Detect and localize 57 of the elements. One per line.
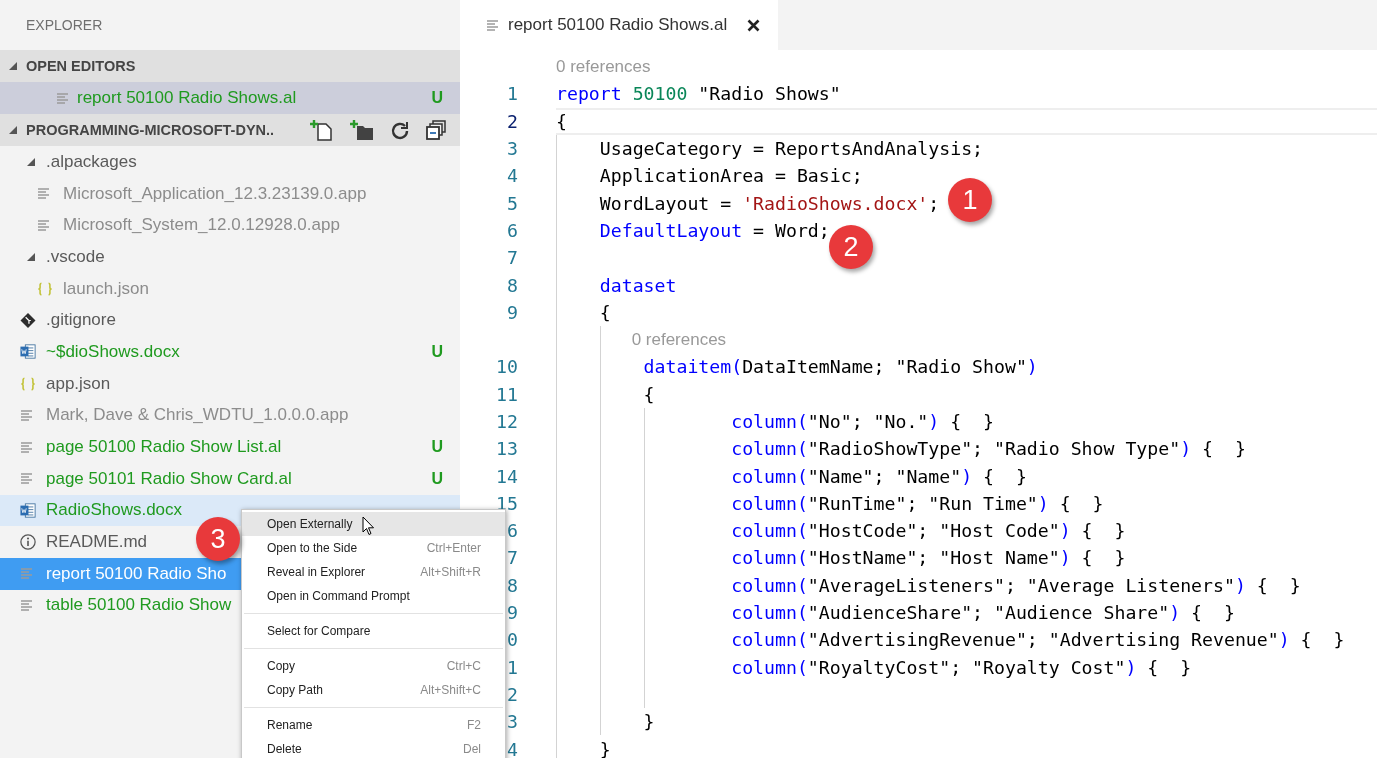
line-number: 3: [507, 711, 518, 733]
code-line: column("HostName"; "Host Name") { }: [731, 547, 1126, 569]
code-line: column("RunTime"; "Run Time") { }: [731, 492, 1104, 514]
line-number: 14: [496, 465, 518, 487]
line-number: 2: [507, 683, 518, 705]
line-number: 0: [507, 629, 518, 651]
git-status-label: U: [431, 342, 443, 361]
code-line: UsageCategory = ReportsAndAnalysis;: [599, 138, 984, 160]
code-line: column("AverageListeners"; "Average Listeners") { }: [731, 574, 1301, 596]
line-number: 12: [496, 411, 518, 432]
code-line: column("No"; "No.") { }: [731, 411, 994, 432]
step-number-badge: 1: [948, 178, 992, 222]
line-number: 11: [496, 383, 518, 405]
sidebar-title: EXPLORER: [25, 16, 104, 35]
line-number: 9: [507, 301, 518, 323]
code-line: ApplicationArea = Basic;: [599, 165, 863, 187]
code-line: column("AdvertisingRevenue"; "Advertising Revenue") { }: [731, 629, 1345, 651]
shortcut-hint: Alt+Shift+C: [420, 683, 481, 697]
line-number: 6: [507, 219, 518, 241]
code-line: WordLayout = 'RadioShows.docx';: [599, 192, 940, 214]
code-line: report 50100 "Radio Shows": [556, 83, 841, 105]
shortcut-hint: Ctrl+C: [446, 659, 481, 673]
code-line: column("AudienceShare"; "Audience Share") { }: [731, 602, 1235, 624]
line-number: 6: [507, 520, 518, 542]
line-number: 8: [507, 574, 518, 596]
git-status-label: U: [431, 438, 443, 457]
line-number: 3: [507, 138, 518, 160]
line-number: 10: [496, 356, 518, 378]
shortcut-hint: F2: [467, 718, 481, 732]
line-number: 2: [507, 110, 518, 132]
code-line: dataset: [599, 274, 677, 296]
shortcut-hint: Del: [463, 742, 481, 756]
line-number: 4: [507, 738, 518, 758]
line-number: 13: [496, 438, 518, 460]
code-line: }: [599, 738, 611, 758]
code-line: column("RoyaltyCost"; "Royalty Cost") { }: [731, 656, 1192, 678]
line-number: 1: [507, 83, 518, 105]
code-line: dataitem(DataItemName; "Radio Show"): [643, 356, 1038, 378]
git-status-label: U: [431, 89, 443, 107]
line-number: 9: [507, 602, 518, 624]
line-number: 8: [507, 274, 518, 296]
code-line: column("RadioShowType"; "Radio Show Type") { }: [731, 438, 1246, 460]
line-number: 4: [507, 165, 518, 187]
code-line: column("HostCode"; "Host Code") { }: [731, 520, 1126, 542]
shortcut-hint: Ctrl+Enter: [426, 541, 481, 555]
code-line: DefaultLayout = Word;: [599, 219, 830, 241]
code-line: }: [643, 711, 655, 733]
line-number: 7: [507, 247, 518, 269]
code-line: {: [643, 383, 655, 405]
step-number-badge: 2: [829, 225, 873, 269]
code-line: {: [556, 110, 567, 132]
line-number: 5: [507, 192, 518, 214]
git-status-label: U: [431, 469, 443, 488]
line-number: 7: [507, 547, 518, 569]
code-line: column("Name"; "Name") { }: [731, 465, 1027, 487]
line-number: 1: [507, 656, 518, 678]
code-line: {: [599, 301, 611, 323]
